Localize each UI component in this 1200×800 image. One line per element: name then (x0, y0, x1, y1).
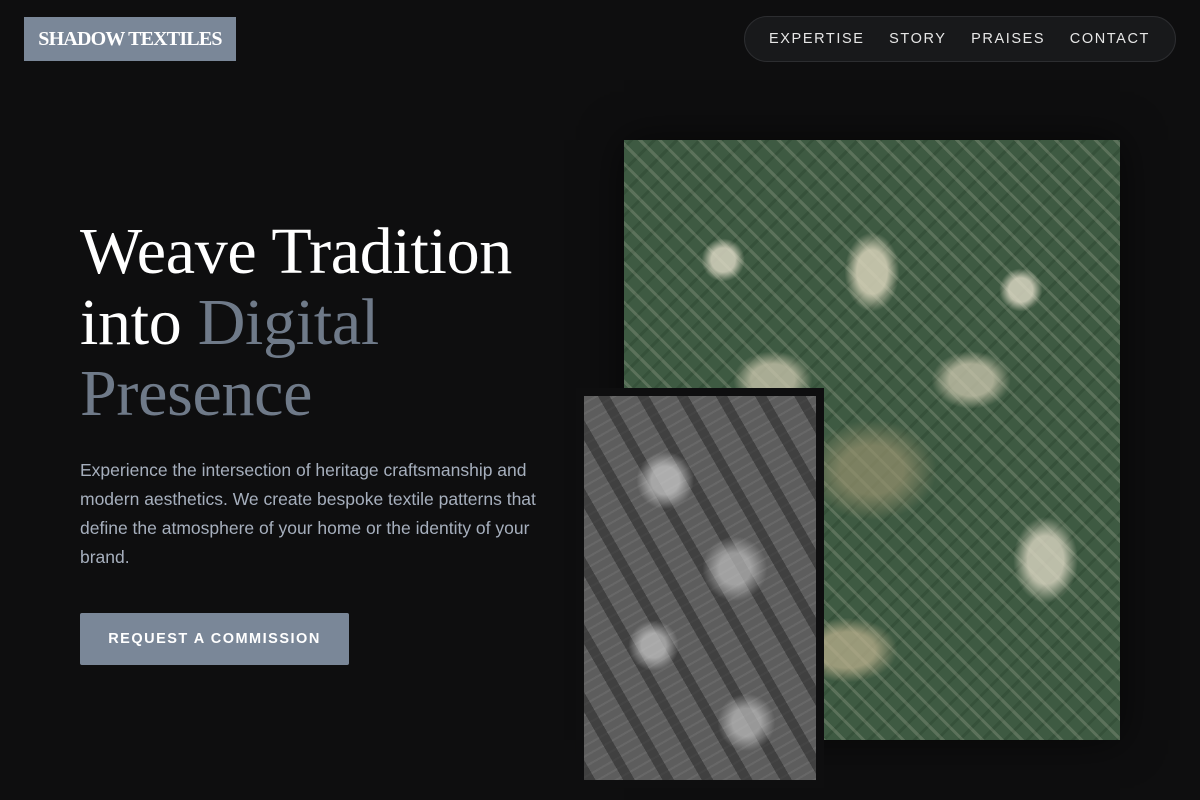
brand-logo[interactable]: SHADOW TEXTILES (24, 17, 236, 61)
headline-line-2-plain: into (80, 286, 182, 359)
headline-line-3-accent: Presence (80, 357, 313, 430)
brand-logo-text: SHADOW TEXTILES (38, 27, 222, 50)
nav-item-expertise[interactable]: EXPERTISE (769, 31, 865, 47)
main-nav: EXPERTISE STORY PRAISES CONTACT (744, 16, 1176, 62)
nav-item-story[interactable]: STORY (889, 31, 946, 47)
grey-floral-textile-image (576, 388, 824, 788)
nav-item-praises[interactable]: PRAISES (971, 31, 1045, 47)
headline-line-1: Weave Tradition (80, 215, 512, 288)
page: SHADOW TEXTILES EXPERTISE STORY PRAISES … (0, 0, 1200, 800)
nav-item-contact[interactable]: CONTACT (1070, 31, 1150, 47)
headline-line-2-accent: Digital (197, 286, 380, 359)
hero-headline: Weave Tradition into Digital Presence (80, 216, 600, 429)
hero-subtitle: Experience the intersection of heritage … (80, 460, 536, 567)
request-commission-button[interactable]: REQUEST A COMMISSION (80, 613, 349, 665)
